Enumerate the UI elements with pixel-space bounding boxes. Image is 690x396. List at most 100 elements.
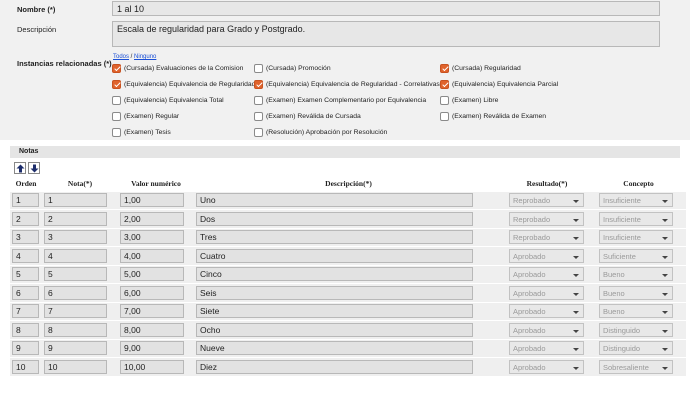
resultado-select[interactable]: Aprobado [509,248,584,263]
descripcion-textarea[interactable]: Escala de regularidad para Grado y Postg… [112,21,660,47]
instancia-label: (Resolución) Aprobación por Resolución [266,129,388,136]
table-cell: Reprobado [503,209,591,228]
resultado-select[interactable]: Reprobado [509,230,584,245]
resultado-select[interactable]: Aprobado [509,304,584,319]
concepto-select[interactable]: Insuficiente [599,193,673,208]
instancia-item[interactable]: (Cursada) Evaluaciones de la Comision [112,62,254,75]
table-cell: 5 [10,264,42,284]
checkbox[interactable] [254,64,263,73]
table-row: 7 7 7,00 Siete Aprobado Bueno [10,301,686,321]
col-concepto: Concepto [623,179,654,189]
instancia-item[interactable]: (Examen) Reválida de Cursada [254,110,440,123]
checkbox[interactable] [440,96,449,105]
checkbox-checked[interactable] [112,64,121,73]
instancias-label: Instancias relacionadas (*) [17,59,112,68]
table-cell: 1 [10,190,42,210]
ninguno-link[interactable]: Ninguno [134,54,156,60]
valor-field[interactable]: 7,00 [120,304,184,319]
orden-field: 2 [12,211,39,226]
valor-field[interactable]: 9,00 [120,341,184,356]
concepto-select[interactable]: Distinguido [599,341,673,356]
valor-field[interactable]: 1,00 [120,193,184,208]
descripcion-field[interactable]: Cinco [196,267,473,282]
nota-field[interactable]: 9 [44,341,107,356]
descripcion-field[interactable]: Seis [196,285,473,300]
resultado-select[interactable]: Aprobado [509,267,584,282]
descripcion-field[interactable]: Cuatro [196,248,473,263]
resultado-select[interactable]: Aprobado [509,322,584,337]
instancia-item[interactable]: (Equivalencia) Equivalencia de Regularid… [254,78,440,91]
valor-field[interactable]: 5,00 [120,267,184,282]
concepto-select[interactable]: Insuficiente [599,230,673,245]
nota-field[interactable]: 1 [44,193,107,208]
col-resultado: Resultado(*) [526,179,568,189]
table-cell: Bueno [591,264,686,284]
resultado-select[interactable]: Aprobado [509,285,584,300]
checkbox-checked[interactable] [112,80,121,89]
nota-field[interactable]: 10 [44,360,107,374]
resultado-select[interactable]: Aprobado [509,360,584,374]
checkbox[interactable] [440,112,449,121]
instancia-item[interactable]: (Examen) Examen Complementario por Equiv… [254,94,440,107]
instancia-item[interactable]: (Examen) Libre [440,94,600,107]
descripcion-field[interactable]: Siete [196,304,473,319]
instancia-item[interactable]: (Examen) Regular [112,110,254,123]
resultado-select[interactable]: Reprobado [509,211,584,226]
table-cell: 5 [42,264,118,284]
descripcion-field[interactable]: Diez [196,360,473,374]
concepto-select[interactable]: Bueno [599,285,673,300]
concepto-select[interactable]: Bueno [599,267,673,282]
table-cell: Aprobado [503,357,591,376]
descripcion-field[interactable]: Tres [196,230,473,245]
nota-field[interactable]: 4 [44,248,107,263]
nota-field[interactable]: 5 [44,267,107,282]
table-cell: Reprobado [503,190,591,210]
instancia-item[interactable]: (Examen) Tesis [112,126,254,139]
valor-field[interactable]: 4,00 [120,248,184,263]
resultado-select[interactable]: Aprobado [509,341,584,356]
instancia-item[interactable]: (Equivalencia) Equivalencia Parcial [440,78,600,91]
valor-field[interactable]: 3,00 [120,230,184,245]
instancia-item[interactable]: (Cursada) Regularidad [440,62,600,75]
nota-field[interactable]: 2 [44,211,107,226]
todos-link[interactable]: Todos [113,54,129,60]
concepto-select[interactable]: Bueno [599,304,673,319]
valor-field[interactable]: 8,00 [120,322,184,337]
instancia-item[interactable]: (Resolución) Aprobación por Resolución [254,126,440,139]
checkbox[interactable] [112,96,121,105]
col-descripcion: Descripción(*) [325,179,372,189]
checkbox[interactable] [254,128,263,137]
nota-field[interactable]: 8 [44,322,107,337]
nota-field[interactable]: 3 [44,230,107,245]
concepto-select[interactable]: Insuficiente [599,211,673,226]
instancia-item[interactable]: (Examen) Reválida de Examen [440,110,600,123]
instancia-item[interactable]: (Cursada) Promoción [254,62,440,75]
descripcion-field[interactable]: Uno [196,193,473,208]
checkbox[interactable] [254,112,263,121]
table-cell: 2,00 [118,209,194,228]
concepto-select[interactable]: Suficiente [599,248,673,263]
valor-field[interactable]: 10,00 [120,360,184,374]
checkbox-checked[interactable] [440,80,449,89]
checkbox-checked[interactable] [440,64,449,73]
nota-field[interactable]: 6 [44,285,107,300]
nota-field[interactable]: 7 [44,304,107,319]
valor-field[interactable]: 6,00 [120,285,184,300]
checkbox[interactable] [112,128,121,137]
move-down-button[interactable] [28,162,40,174]
descripcion-field[interactable]: Dos [196,211,473,226]
checkbox[interactable] [254,96,263,105]
checkbox-checked[interactable] [254,80,263,89]
descripcion-field[interactable]: Ocho [196,322,473,337]
instancia-item[interactable]: (Equivalencia) Equivalencia de Regularid… [112,78,254,91]
concepto-select[interactable]: Sobresaliente [599,360,673,374]
nombre-input[interactable]: 1 al 10 [112,1,660,16]
resultado-select[interactable]: Reprobado [509,193,584,208]
move-up-button[interactable] [14,162,26,174]
checkbox[interactable] [112,112,121,121]
valor-field[interactable]: 2,00 [120,211,184,226]
instancia-label: (Equivalencia) Equivalencia Parcial [452,81,559,88]
concepto-select[interactable]: Distinguido [599,322,673,337]
instancia-item[interactable]: (Equivalencia) Equivalencia Total [112,94,254,107]
descripcion-field[interactable]: Nueve [196,341,473,356]
